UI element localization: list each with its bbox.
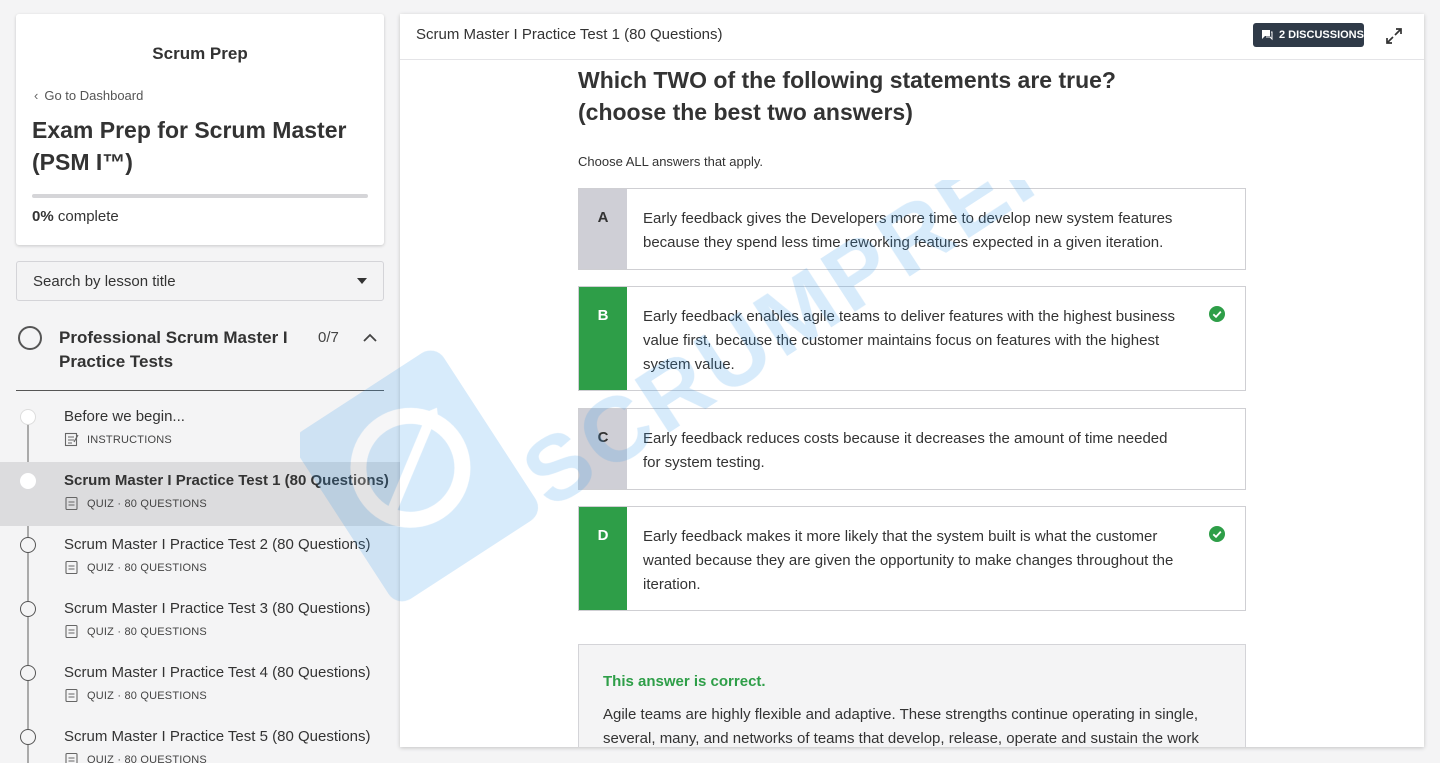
feedback-explanation: Agile teams are highly flexible and adap… [603,706,1199,747]
go-to-dashboard-link[interactable]: ‹ Go to Dashboard [34,88,143,103]
lesson-meta-label: QUIZ · 80 QUESTIONS [87,625,207,638]
feedback-heading: This answer is correct. [603,673,766,690]
lesson-meta-label: QUIZ · 80 QUESTIONS [87,689,207,702]
caret-down-icon [357,278,367,284]
question-line-1: Which TWO of the following statements ar… [578,67,1116,93]
expand-icon[interactable] [1384,26,1404,46]
answer-option-a[interactable]: A Early feedback gives the Developers mo… [578,188,1246,270]
answer-letter: B [579,287,627,390]
lesson-title: Scrum Master I Practice Test 2 (80 Quest… [64,536,371,553]
quiz-topbar: Scrum Master I Practice Test 1 (80 Quest… [400,14,1424,60]
chat-bubble-icon [1262,30,1273,41]
lesson-title: Before we begin... [64,408,185,425]
answer-instructions: Choose ALL answers that apply. [578,154,764,169]
lesson-item[interactable]: Scrum Master I Practice Test 3 (80 Quest… [0,590,400,654]
quiz-icon [65,624,78,639]
answer-text: Early feedback enables agile teams to de… [643,308,1175,373]
answer-feedback: This answer is correct. Agile teams are … [578,644,1246,747]
answer-option-b[interactable]: B Early feedback enables agile teams to … [578,286,1246,391]
instructions-icon [64,432,79,447]
quiz-icon [65,688,78,703]
lesson-meta-label: QUIZ · 80 QUESTIONS [87,753,207,763]
lesson-meta-label: QUIZ · 80 QUESTIONS [87,497,207,510]
course-progress-bar [32,194,368,198]
section-title: Professional Scrum Master I Practice Tes… [59,328,288,371]
progress-suffix: complete [57,208,119,225]
lesson-meta: INSTRUCTIONS [64,432,172,447]
lesson-search-dropdown[interactable]: Search by lesson title [16,261,384,301]
discussions-label: 2 DISCUSSIONS [1279,29,1364,41]
lesson-item[interactable]: Scrum Master I Practice Test 5 (80 Quest… [0,718,400,763]
lesson-status-circle-icon [20,473,36,489]
answer-text: Early feedback reduces costs because it … [643,430,1168,471]
chevron-up-icon[interactable] [362,330,378,346]
answer-option-c[interactable]: C Early feedback reduces costs because i… [578,408,1246,490]
quiz-icon [65,752,78,763]
lesson-title: Scrum Master I Practice Test 1 (80 Quest… [64,472,389,489]
lesson-meta-label: INSTRUCTIONS [87,433,172,446]
back-link-label: Go to Dashboard [44,88,144,103]
lesson-meta: QUIZ · 80 QUESTIONS [64,624,207,639]
check-circle-icon [1209,306,1225,322]
lesson-status-circle-icon [20,537,36,553]
progress-value: 0% [32,208,54,225]
lesson-meta: QUIZ · 80 QUESTIONS [64,688,207,703]
lesson-meta-label: QUIZ · 80 QUESTIONS [87,561,207,574]
course-sidebar: Scrum Prep ‹ Go to Dashboard Exam Prep f… [0,0,400,763]
lesson-item[interactable]: Before we begin... INSTRUCTIONS [0,398,400,462]
answer-letter: D [579,507,627,610]
quiz-panel: Scrum Master I Practice Test 1 (80 Quest… [400,14,1424,747]
question-line-2: (choose the best two answers) [578,99,913,125]
course-card: Scrum Prep ‹ Go to Dashboard Exam Prep f… [16,14,384,245]
lesson-item[interactable]: Scrum Master I Practice Test 4 (80 Quest… [0,654,400,718]
section-count: 0/7 [318,329,339,346]
lesson-meta: QUIZ · 80 QUESTIONS [64,496,207,511]
lesson-meta: QUIZ · 80 QUESTIONS [64,560,207,575]
lesson-status-circle-icon [20,729,36,745]
answer-text: Early feedback makes it more likely that… [643,528,1174,593]
lesson-status-circle-icon [20,409,36,425]
question-text: Which TWO of the following statements ar… [578,64,1138,128]
answer-text: Early feedback gives the Developers more… [643,210,1173,251]
quiz-icon [65,560,78,575]
answer-letter: A [579,189,627,269]
quiz-icon [65,496,78,511]
progress-text: 0% complete [32,208,119,225]
lesson-title: Scrum Master I Practice Test 3 (80 Quest… [64,600,371,617]
brand-name: Scrum Prep [152,44,248,63]
lesson-title: Scrum Master I Practice Test 5 (80 Quest… [64,728,371,745]
course-title: Exam Prep for Scrum Master (PSM I™) [32,117,347,175]
lesson-status-circle-icon [20,601,36,617]
section-status-circle-icon [18,326,42,350]
search-label: Search by lesson title [33,272,176,290]
lesson-title: Scrum Master I Practice Test 4 (80 Quest… [64,664,371,681]
answer-letter: C [579,409,627,489]
lesson-item[interactable]: Scrum Master I Practice Test 2 (80 Quest… [0,526,400,590]
answer-option-d[interactable]: D Early feedback makes it more likely th… [578,506,1246,611]
lesson-item-active[interactable]: Scrum Master I Practice Test 1 (80 Quest… [0,462,400,526]
check-circle-icon [1209,526,1225,542]
lesson-meta: QUIZ · 80 QUESTIONS [64,752,207,763]
quiz-title: Scrum Master I Practice Test 1 (80 Quest… [416,26,723,43]
discussions-button[interactable]: 2 DISCUSSIONS [1253,23,1364,47]
lesson-status-circle-icon [20,665,36,681]
section-header[interactable]: Professional Scrum Master I Practice Tes… [16,316,384,391]
chevron-left-icon: ‹ [34,88,39,103]
